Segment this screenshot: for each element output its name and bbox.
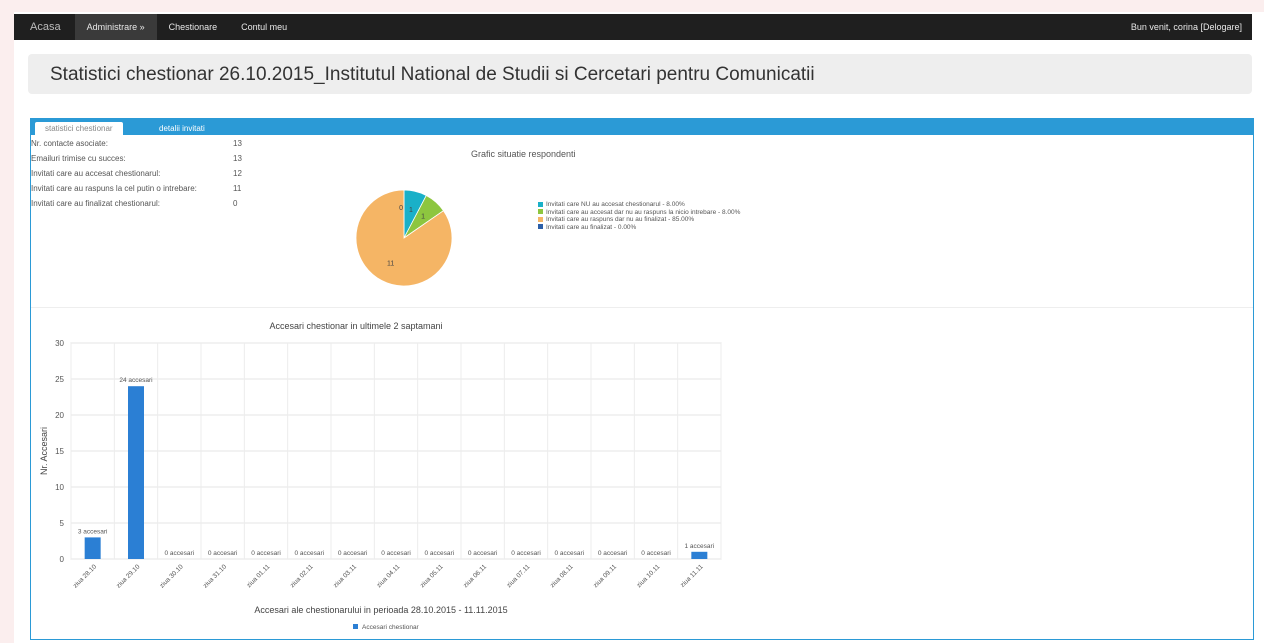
bar [84,537,101,559]
stat-row: Invitati care au finalizat chestionarul:… [31,199,261,214]
legend-label: Invitati care au finalizat - 0.00% [546,223,637,231]
x-tick-label: ziua 02.11 [289,563,315,589]
x-tick-label: ziua 08.11 [549,563,575,589]
stat-label: Invitati care au raspuns la cel putin o … [31,184,197,193]
tab-statistici-chestionar[interactable]: statistici chestionar [35,122,123,135]
legend-swatch [353,624,358,629]
stat-value: 11 [233,184,242,193]
bar-data-label: 1 accesari [685,543,715,550]
nav-item-administrare[interactable]: Administrare » [74,14,157,40]
bar-data-label: 0 accesari [555,550,585,557]
tab-detalii-invitati[interactable]: detalii invitati [149,122,215,135]
bar-data-label: 0 accesari [338,550,368,557]
x-tick-label: ziua 28.10 [72,563,98,589]
stat-value: 0 [233,199,238,208]
bar-data-label: 0 accesari [598,550,628,557]
stat-row: Emailuri trimise cu succes: 13 [31,154,261,169]
legend-label: Invitati care au raspuns dar nu au final… [546,216,695,223]
nav-menu: Acasa Administrare » Chestionare Contul … [14,14,299,40]
y-tick-label: 0 [60,555,65,564]
pie-chart: 11110 [355,189,453,287]
x-tick-label: ziua 30.10 [159,563,185,589]
stat-value: 13 [233,154,242,163]
nav-item-chestionare[interactable]: Chestionare [157,14,230,40]
page-header: Statistici chestionar 26.10.2015_Institu… [28,54,1252,94]
legend-item: Invitati care au raspuns dar nu au final… [538,216,740,224]
x-tick-label: ziua 01.11 [246,563,272,589]
legend-swatch [538,209,543,215]
stat-label: Emailuri trimise cu succes: [31,154,126,163]
bar-data-label: 0 accesari [641,550,671,557]
bar-data-label: 0 accesari [165,550,195,557]
legend-label: Invitati care au accesat dar nu au raspu… [546,208,741,216]
bar-data-label: 24 accesari [119,377,152,384]
bar [128,386,144,559]
pie-value-label: 1 [421,213,425,220]
legend-item: Invitati care au accesat dar nu au raspu… [538,209,740,217]
stat-value: 12 [233,169,242,178]
nav-home-link[interactable]: Acasa [14,14,75,40]
page-title: Statistici chestionar 26.10.2015_Institu… [50,64,815,85]
pie-chart-title: Grafic situatie respondenti [471,149,576,159]
stat-label: Invitati care au finalizat chestionarul: [31,199,160,208]
bar-data-label: 0 accesari [468,550,498,557]
x-tick-label: ziua 31.10 [202,563,228,589]
section-divider [31,307,1253,308]
x-tick-label: ziua 07.11 [506,563,532,589]
bar-data-label: 0 accesari [381,550,411,557]
bar [691,551,708,559]
x-tick-label: ziua 03.11 [332,563,358,589]
stat-label: Invitati care au accesat chestionarul: [31,169,161,178]
y-tick-label: 20 [55,411,64,420]
bar-chart: 0 5 10 15 20 25 30 Accesari chestionar in ultim… [39,321,722,631]
top-navbar: Acasa Administrare » Chestionare Contul … [14,14,1252,40]
legend-swatch [538,201,543,207]
x-tick-label: ziua 06.11 [462,563,488,589]
stat-row: Invitati care au raspuns la cel putin o … [31,184,261,199]
x-tick-label: ziua 04.11 [376,563,402,589]
x-tick-label: ziua 29.10 [115,563,141,589]
pie-value-label: 0 [399,205,403,212]
x-tick-label: ziua 05.11 [419,563,445,589]
user-area: Bun venit, corina [Delogare] [1131,14,1242,40]
legend-swatch [538,224,543,230]
legend-label: Invitati care NU au accesat chestionarul… [546,201,685,208]
pie-value-label: 11 [387,260,394,267]
y-axis-label: Nr. Accesari [39,427,49,475]
y-tick-label: 10 [55,483,64,492]
stats-list: Nr. contacte asociate: 13 Emailuri trimi… [31,139,261,214]
stat-row: Nr. contacte asociate: 13 [31,139,261,154]
x-tick-label: ziua 10.11 [636,563,662,589]
bar-chart-title: Accesari chestionar in ultimele 2 saptam… [269,321,442,331]
y-tick-label: 25 [55,375,64,384]
tab-bar: statistici chestionar detalii invitati [31,119,1253,135]
welcome-text: Bun venit, corina [1130,22,1198,32]
bar-data-label: 0 accesari [511,550,541,557]
x-axis-label: Accesari ale chestionarului in perioada … [254,605,507,615]
bar-data-label: 0 accesari [425,550,455,557]
stat-row: Invitati care au accesat chestionarul: 1… [31,169,261,184]
nav-item-contul-meu[interactable]: Contul meu [229,14,299,40]
stat-label: Nr. contacte asociate: [31,139,108,148]
y-tick-label: 30 [55,339,64,348]
stat-value: 13 [233,139,242,148]
x-tick-label: ziua 09.11 [592,563,618,589]
legend-item: Invitati care au finalizat - 0.00% [538,224,740,232]
y-tick-label: 15 [55,447,64,456]
statistics-panel: statistici chestionar detalii invitati N… [30,118,1254,640]
bar-data-label: 0 accesari [251,550,281,557]
pie-legend: Invitati care NU au accesat chestionarul… [538,201,740,231]
bar-data-label: 0 accesari [295,550,325,557]
logout-link[interactable]: [Delogare] [1200,22,1242,32]
y-tick-label: 5 [60,519,65,528]
legend-label: Accesari chestionar [362,624,420,631]
pie-value-label: 1 [409,207,413,214]
legend-swatch [538,216,543,222]
bar-data-label: 0 accesari [208,550,238,557]
bar-data-label: 3 accesari [78,528,108,535]
legend-item: Invitati care NU au accesat chestionarul… [538,201,740,209]
x-tick-label: ziua 11.11 [679,563,705,589]
